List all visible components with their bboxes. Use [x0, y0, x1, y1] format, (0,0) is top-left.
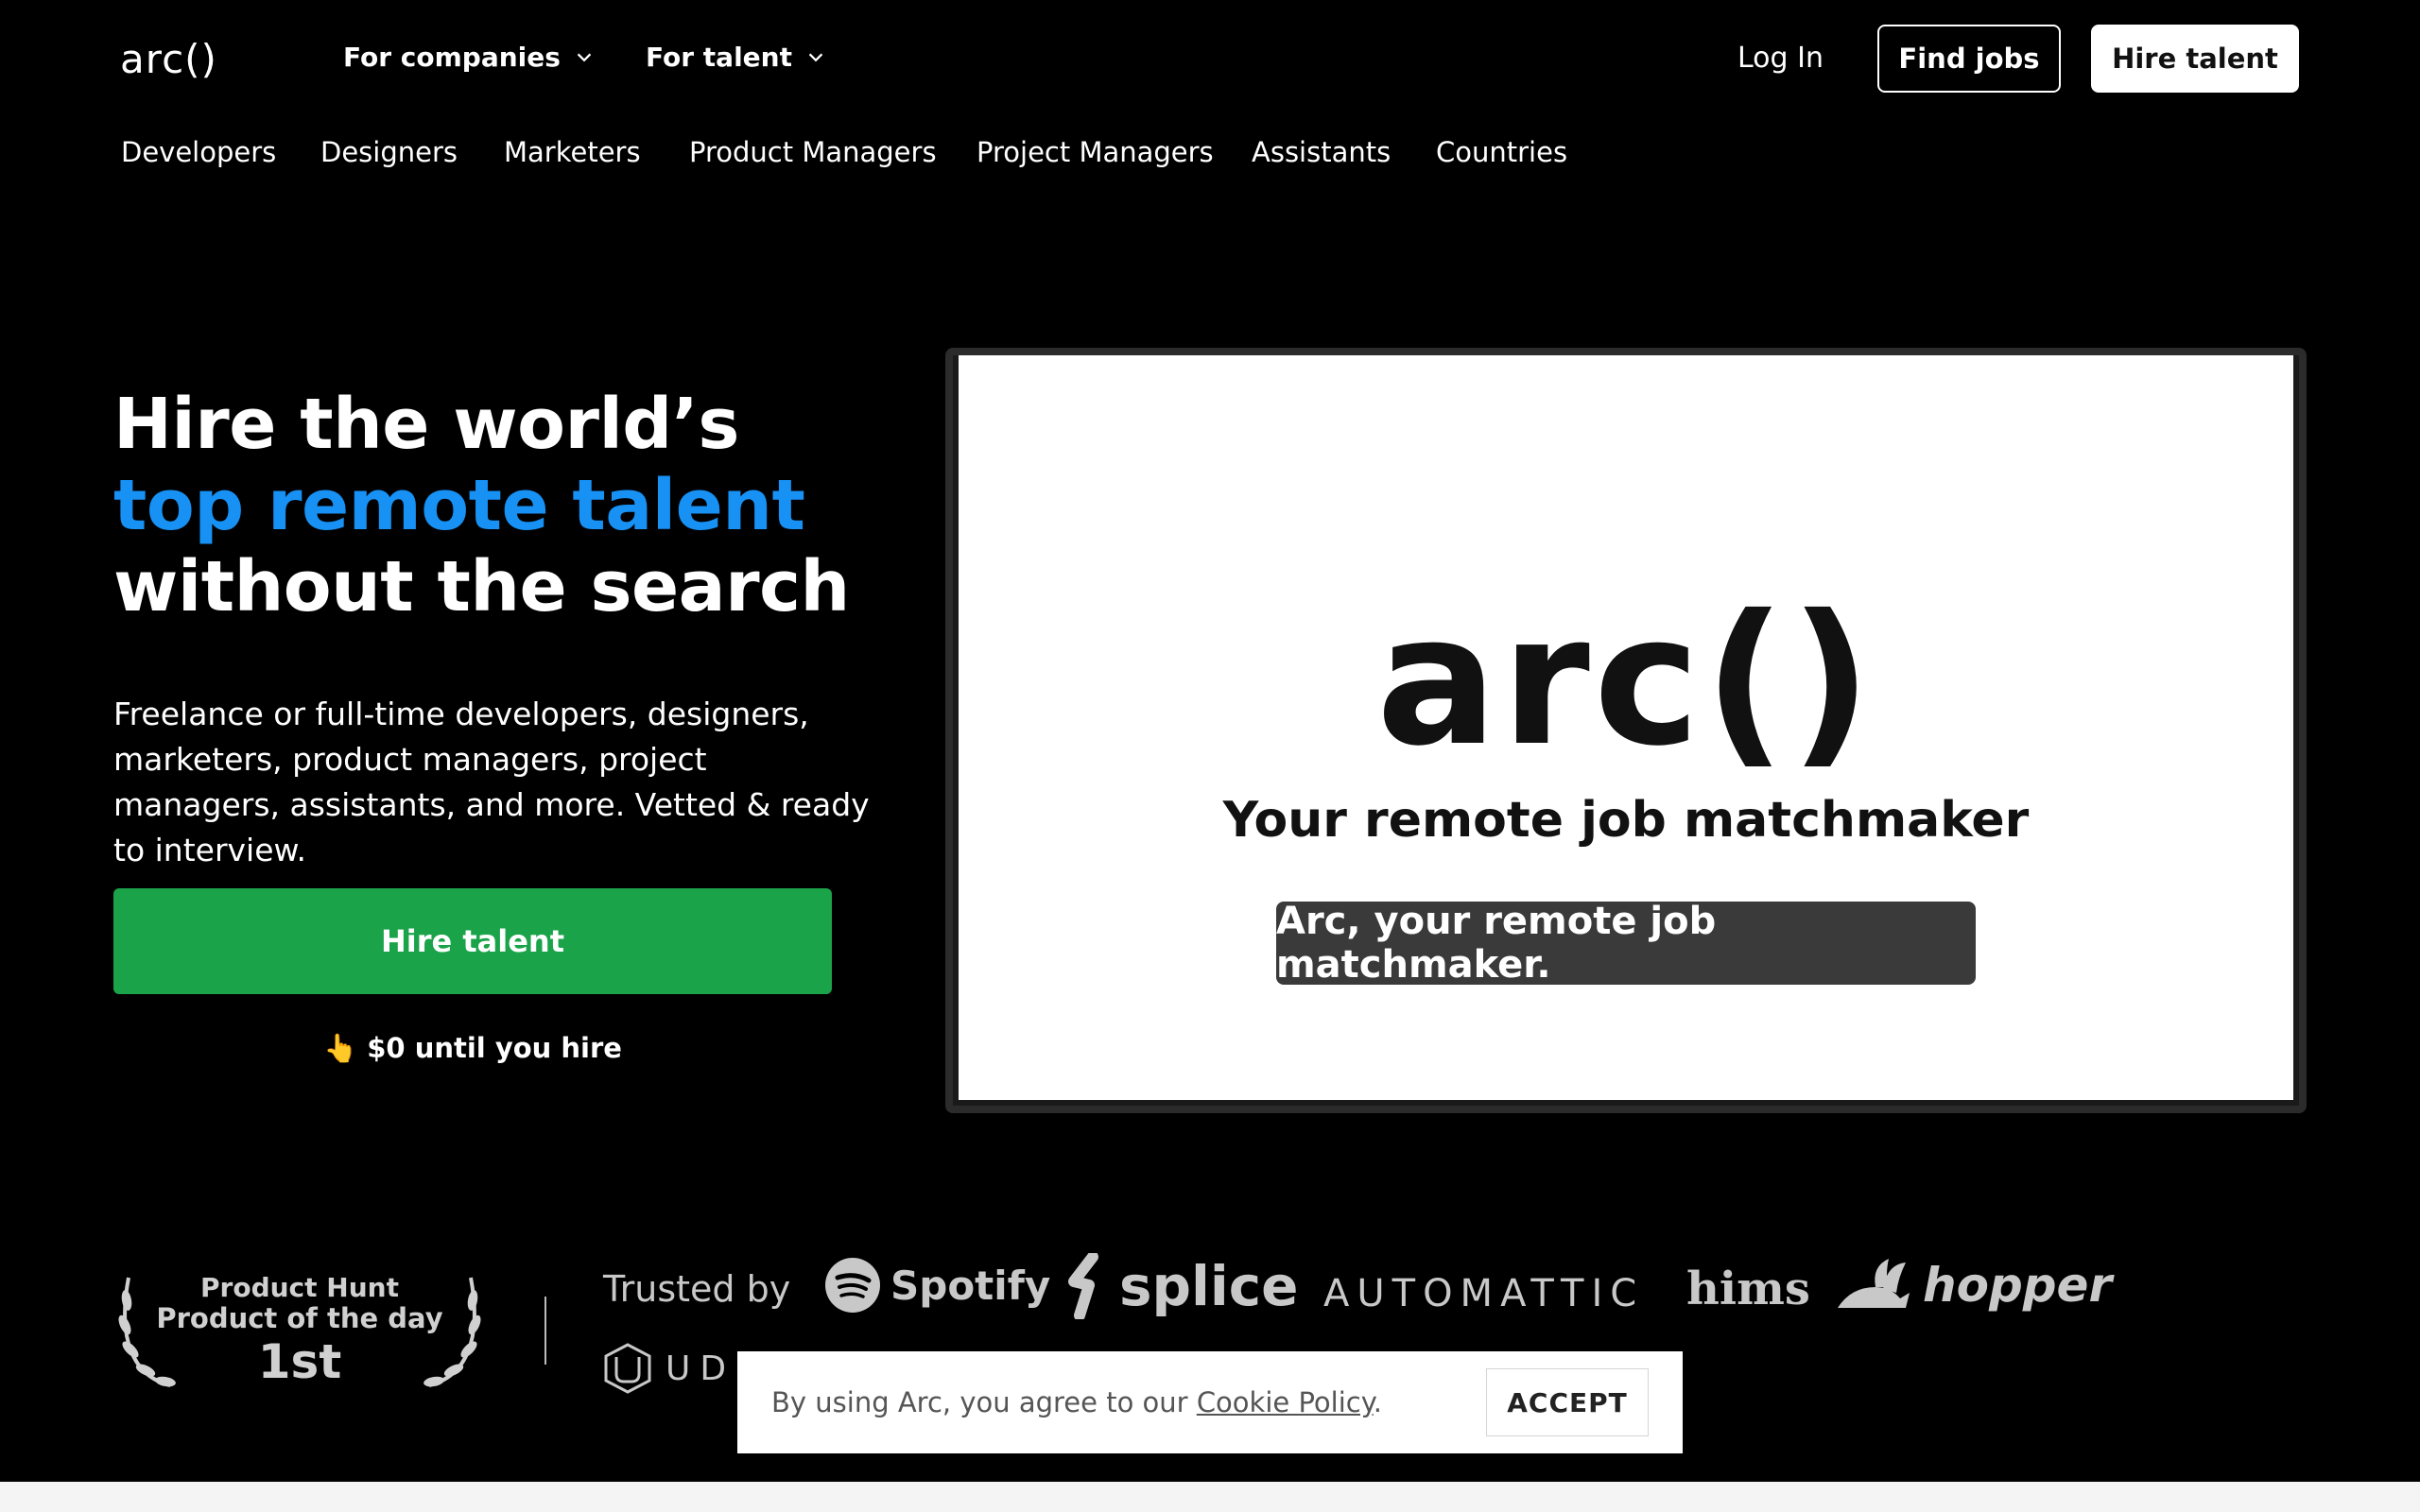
hopper-bunny-icon [1838, 1259, 1910, 1308]
hopper-logo: hopper [1834, 1255, 2112, 1315]
nav-for-companies[interactable]: For companies [343, 42, 595, 73]
automattic-logo: AUTOMATTIC [1323, 1272, 1645, 1315]
subnav-marketers[interactable]: Marketers [504, 136, 641, 168]
trusted-by-label: Trusted by [603, 1268, 791, 1310]
hero-title: Hire the world’s top remote talent witho… [113, 384, 850, 627]
hims-logo: hims [1686, 1263, 1810, 1315]
video-caption: Arc, your remote job matchmaker. [1276, 900, 1976, 987]
nav-for-companies-label: For companies [343, 42, 561, 73]
splice-wordmark: splice [1119, 1254, 1299, 1318]
cookie-policy-link[interactable]: Cookie Policy [1197, 1386, 1374, 1418]
splice-icon [1068, 1253, 1098, 1319]
pricing-note: 👆 $0 until you hire [113, 1032, 832, 1065]
hero-title-line3: without the search [113, 546, 850, 627]
cookie-text: By using Arc, you agree to our Cookie Po… [771, 1386, 1382, 1418]
subnav-project-managers[interactable]: Project Managers [977, 136, 1214, 168]
pointing-up-icon: 👆 [323, 1032, 358, 1064]
intro-video[interactable]: arc() Your remote job matchmaker Arc, yo… [945, 348, 2307, 1113]
badge-line1: Product Hunt [200, 1272, 399, 1303]
hero-description: Freelance or full-time developers, desig… [113, 696, 870, 868]
trusted-divider [544, 1297, 546, 1365]
cookie-text-after: . [1373, 1386, 1382, 1418]
udacity-logo: UD [603, 1342, 735, 1395]
login-link[interactable]: Log In [1737, 42, 1824, 75]
bottom-bar [0, 1482, 2420, 1512]
hire-talent-cta-button[interactable]: Hire talent [113, 888, 832, 994]
cookie-accept-button[interactable]: ACCEPT [1486, 1368, 1649, 1436]
spotify-logo: Spotify [824, 1257, 1050, 1314]
udacity-icon [604, 1343, 651, 1394]
hire-talent-header-button[interactable]: Hire talent [2091, 25, 2299, 93]
find-jobs-button[interactable]: Find jobs [1877, 25, 2061, 93]
spotify-wordmark: Spotify [890, 1262, 1051, 1309]
product-hunt-badge: Product Hunt Product of the day 1st [113, 1272, 486, 1393]
chevron-down-icon [577, 53, 592, 61]
hero-title-line2: top remote talent [113, 465, 805, 546]
udacity-wordmark: UD [666, 1349, 736, 1388]
subnav-developers[interactable]: Developers [121, 136, 276, 168]
badge-rank: 1st [257, 1334, 342, 1389]
subnav-assistants[interactable]: Assistants [1252, 136, 1391, 168]
splice-logo: splice [1064, 1253, 1299, 1319]
pricing-note-text: $0 until you hire [367, 1032, 622, 1064]
nav-for-talent[interactable]: For talent [646, 42, 826, 73]
cookie-banner: By using Arc, you agree to our Cookie Po… [737, 1351, 1683, 1453]
nav-for-talent-label: For talent [646, 42, 792, 73]
spotify-icon [825, 1258, 880, 1313]
hero-title-line1: Hire the world’s [113, 384, 739, 465]
subnav-designers[interactable]: Designers [320, 136, 458, 168]
video-screen: arc() Your remote job matchmaker Arc, yo… [953, 355, 2299, 1106]
subnav-product-managers[interactable]: Product Managers [689, 136, 937, 168]
badge-line2: Product of the day [156, 1302, 443, 1334]
arc-logo[interactable]: arc() [120, 36, 217, 82]
cookie-text-before: By using Arc, you agree to our [771, 1386, 1197, 1418]
chevron-down-icon [808, 53, 823, 61]
hopper-wordmark: hopper [1923, 1258, 2113, 1313]
video-arc-logo: arc() [1375, 576, 1876, 785]
subnav-countries[interactable]: Countries [1436, 136, 1567, 168]
video-tagline: Your remote job matchmaker [1222, 792, 2030, 849]
